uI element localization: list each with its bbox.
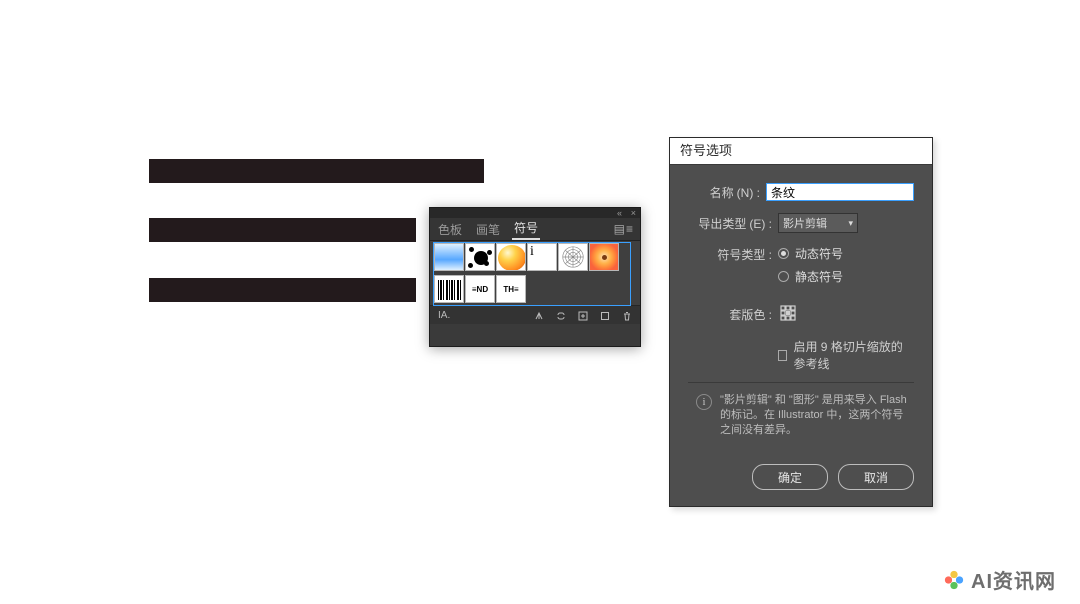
chevron-down-icon: ▾	[848, 218, 853, 229]
symbols-panel: « × 色板 画笔 符号 ▤≡ i ≡ND TH≡	[429, 207, 641, 347]
tab-symbols[interactable]: 符号	[512, 219, 540, 240]
watermark-logo-icon	[943, 569, 965, 591]
name-input[interactable]	[766, 183, 914, 201]
radio-static[interactable]	[778, 271, 789, 282]
panel-titlebar[interactable]: « ×	[430, 208, 640, 218]
symbol-type-label: 符号类型 :	[688, 245, 778, 263]
place-symbol-icon[interactable]	[534, 310, 544, 320]
enable-9slice-label: 启用 9 格切片缩放的参考线	[793, 338, 914, 372]
panel-body: i ≡ND TH≡	[430, 241, 640, 305]
footer-label: IA.	[438, 310, 450, 321]
watermark: AI资讯网	[943, 565, 1056, 594]
panel-menu-icon[interactable]: ▤≡	[614, 222, 634, 236]
dialog-note-text: "影片剪辑" 和 "图形" 是用来导入 Flash 的标记。在 Illustra…	[720, 393, 910, 438]
swatch-ink-splat[interactable]	[465, 243, 495, 271]
radio-dynamic[interactable]	[778, 248, 789, 259]
watermark-text: AI资讯网	[971, 565, 1056, 594]
swatch-flower[interactable]	[589, 243, 619, 271]
delete-symbol-icon[interactable]	[622, 310, 632, 320]
ok-button[interactable]: 确定	[752, 464, 828, 490]
canvas-stripe-2	[149, 218, 416, 242]
radio-dynamic-label: 动态符号	[795, 245, 843, 262]
panel-close-icon[interactable]: ×	[631, 209, 636, 218]
swatch-character[interactable]: i	[527, 243, 557, 271]
name-label: 名称(N) :	[688, 184, 766, 201]
symbol-options-dialog: 符号选项 名称(N) : 导出类型(E) : 影片剪辑 ▾ 符号类型 :	[669, 137, 933, 507]
swatch-end-text[interactable]: ≡ND	[465, 275, 495, 303]
canvas-stripe-1	[149, 159, 484, 183]
enable-9slice-checkbox[interactable]	[778, 350, 787, 361]
registration-color-label: 套版色 :	[688, 306, 778, 323]
new-symbol-icon[interactable]	[600, 310, 610, 320]
cancel-button[interactable]: 取消	[838, 464, 914, 490]
swatch-orb[interactable]	[496, 243, 526, 271]
dialog-separator	[688, 382, 914, 383]
swatch-gradient[interactable]	[434, 243, 464, 271]
panel-collapse-icon[interactable]: «	[617, 209, 622, 218]
panel-footer: IA.	[430, 305, 640, 324]
dialog-title: 符号选项	[670, 138, 932, 165]
break-link-icon[interactable]	[556, 310, 566, 320]
radio-static-label: 静态符号	[795, 268, 843, 285]
dialog-note: i "影片剪辑" 和 "图形" 是用来导入 Flash 的标记。在 Illust…	[688, 393, 914, 438]
canvas-stripe-3	[149, 278, 416, 302]
info-icon: i	[696, 394, 712, 410]
export-type-label: 导出类型(E) :	[688, 215, 778, 232]
export-type-select[interactable]: 影片剪辑 ▾	[778, 213, 858, 233]
tab-brushes[interactable]: 画笔	[474, 221, 502, 238]
tab-swatches[interactable]: 色板	[436, 221, 464, 238]
symbol-options-icon[interactable]	[578, 310, 588, 320]
swatch-rosette[interactable]	[558, 243, 588, 271]
swatch-row-2: ≡ND TH≡	[430, 273, 640, 305]
registration-point-icon[interactable]	[778, 303, 798, 323]
swatch-barcode[interactable]	[434, 275, 464, 303]
swatch-row-1: i	[430, 241, 640, 273]
panel-tabbar: 色板 画笔 符号 ▤≡	[430, 218, 640, 241]
swatch-the-text[interactable]: TH≡	[496, 275, 526, 303]
